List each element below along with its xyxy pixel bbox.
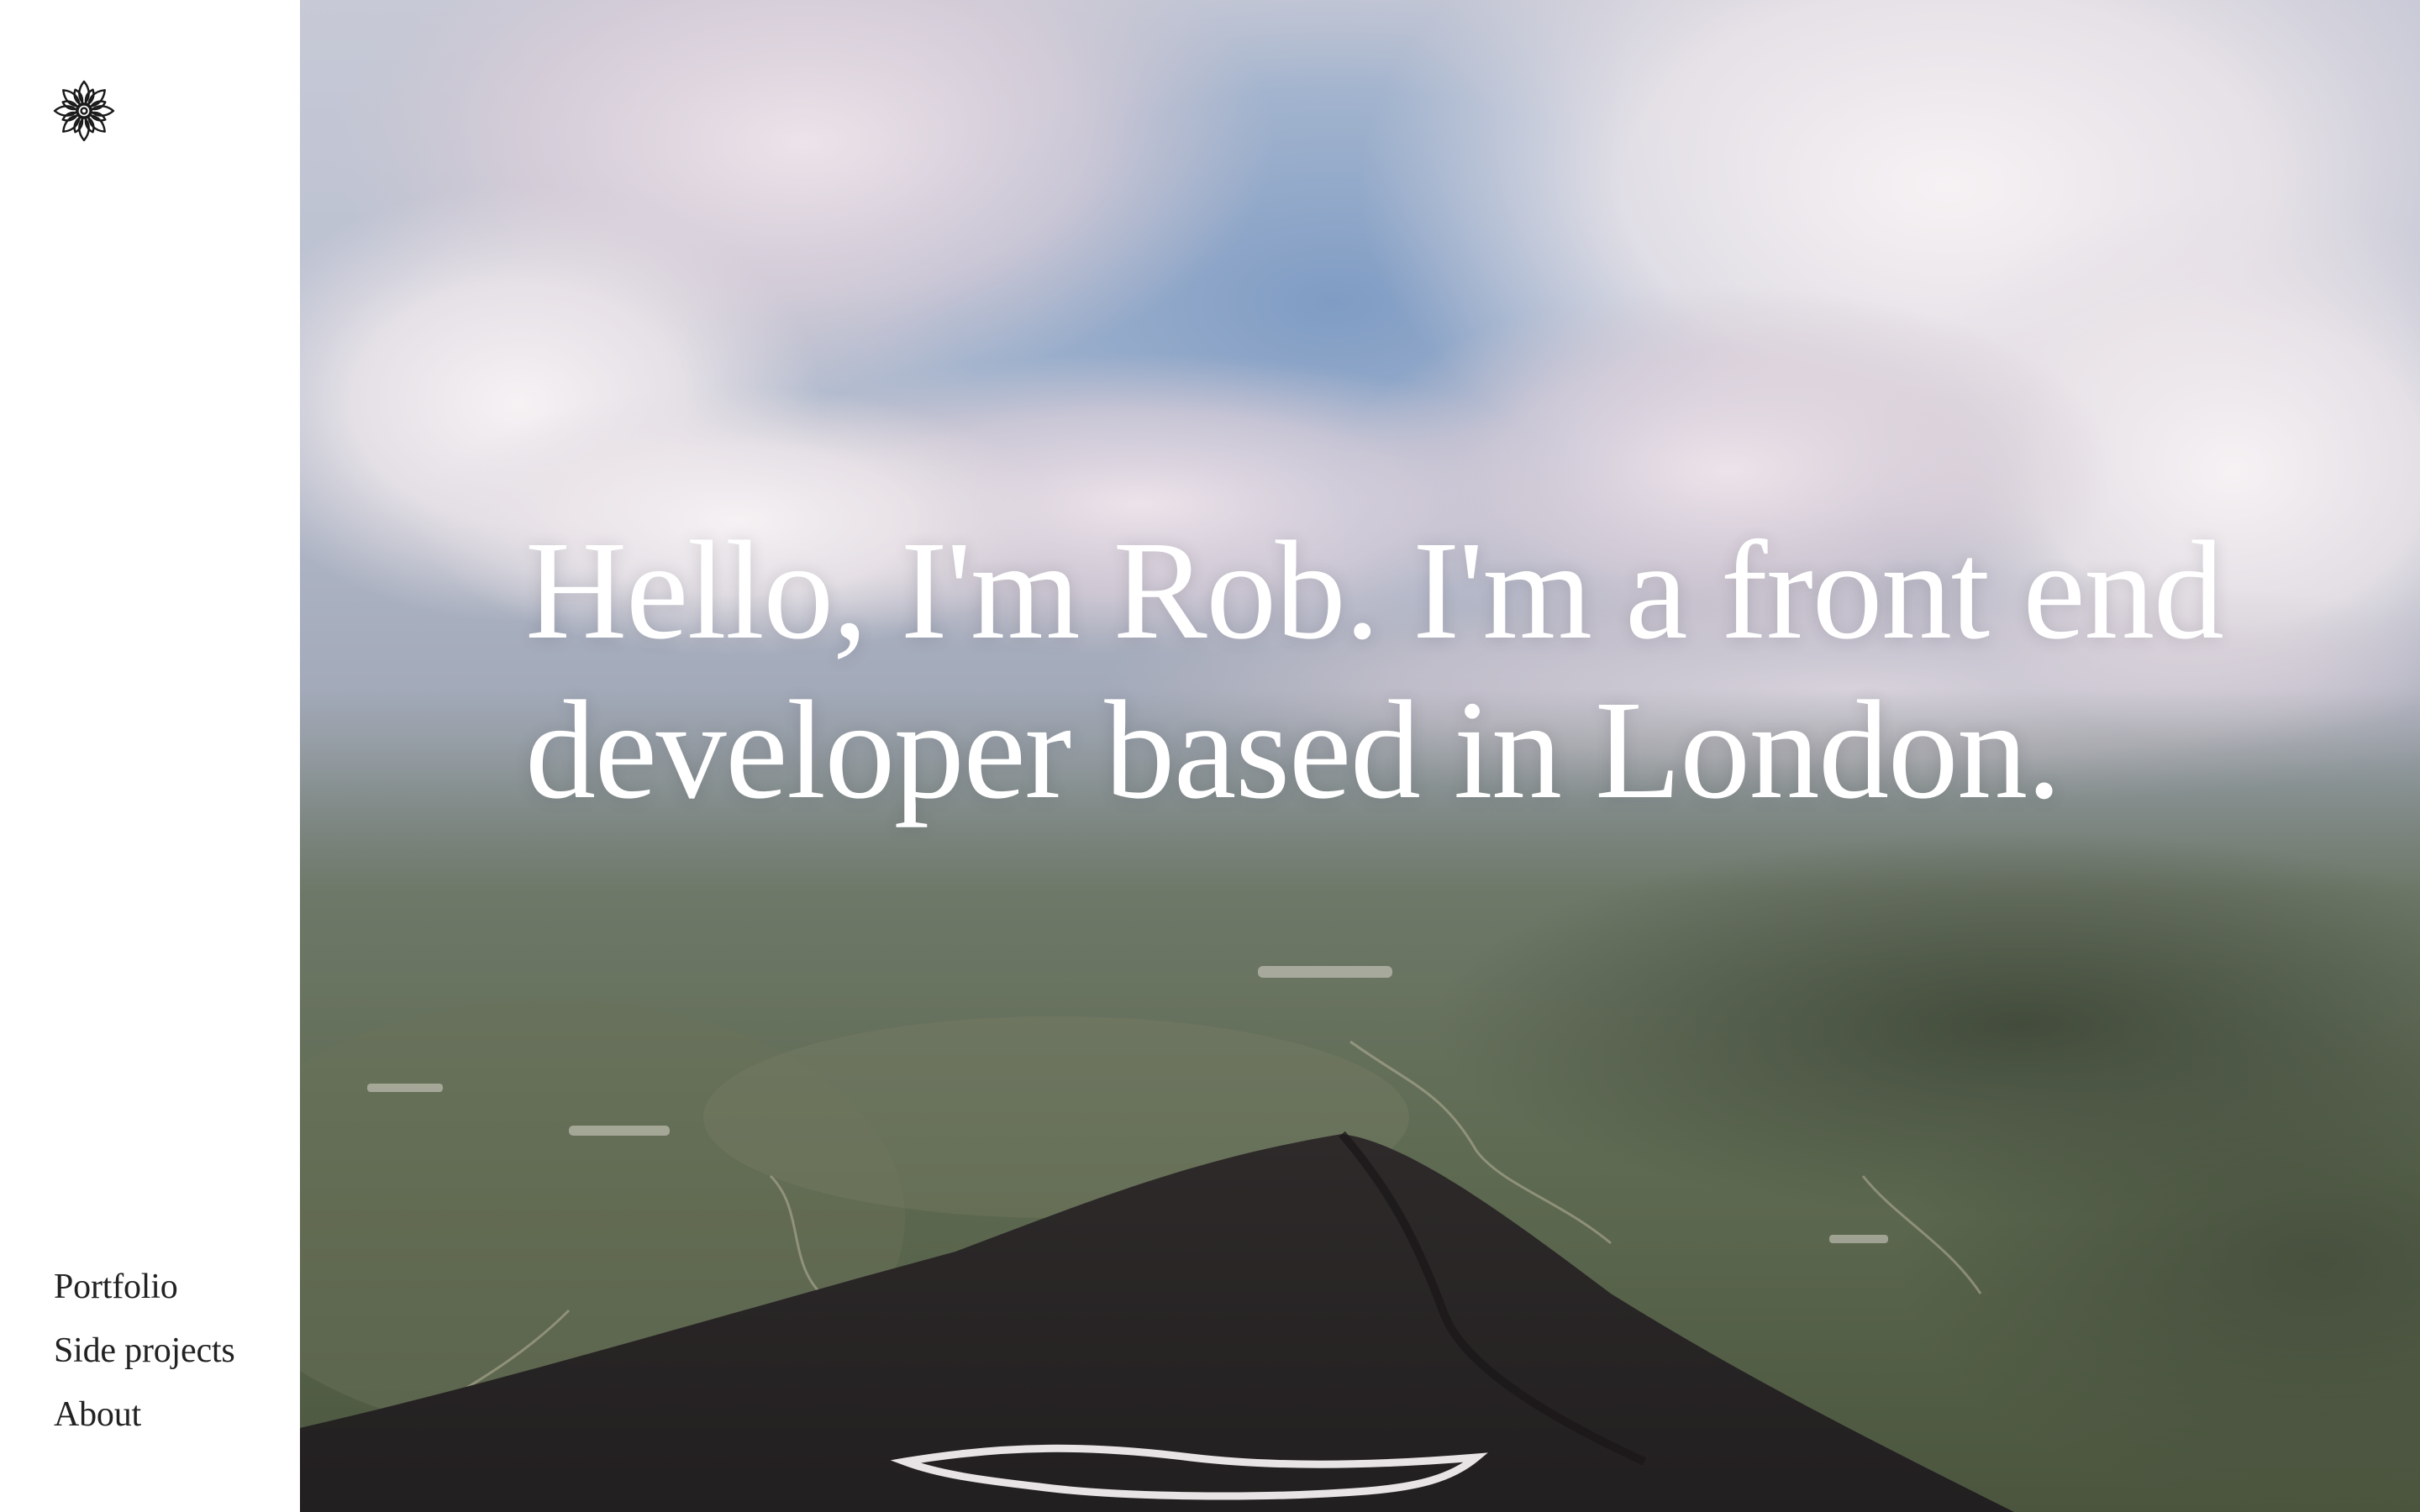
nav-item-about: About: [54, 1383, 235, 1446]
main-nav: Portfolio Side projects About: [54, 1255, 235, 1446]
home-logo-link[interactable]: [52, 79, 116, 143]
lotus-mandala-icon: [53, 80, 115, 142]
nav-item-portfolio: Portfolio: [54, 1255, 235, 1319]
nav-item-side-projects: Side projects: [54, 1319, 235, 1383]
hero-section: Hello, I'm Rob. I'm a front end develope…: [300, 0, 2420, 1512]
page: Portfolio Side projects About Hello, I'm…: [0, 0, 2420, 1512]
nav-link-about[interactable]: About: [54, 1397, 141, 1432]
hero-headline: Hello, I'm Rob. I'm a front end develope…: [525, 512, 2224, 828]
nav-link-side-projects[interactable]: Side projects: [54, 1333, 235, 1368]
sidebar: Portfolio Side projects About: [0, 0, 300, 1512]
nav-link-portfolio[interactable]: Portfolio: [54, 1269, 178, 1305]
